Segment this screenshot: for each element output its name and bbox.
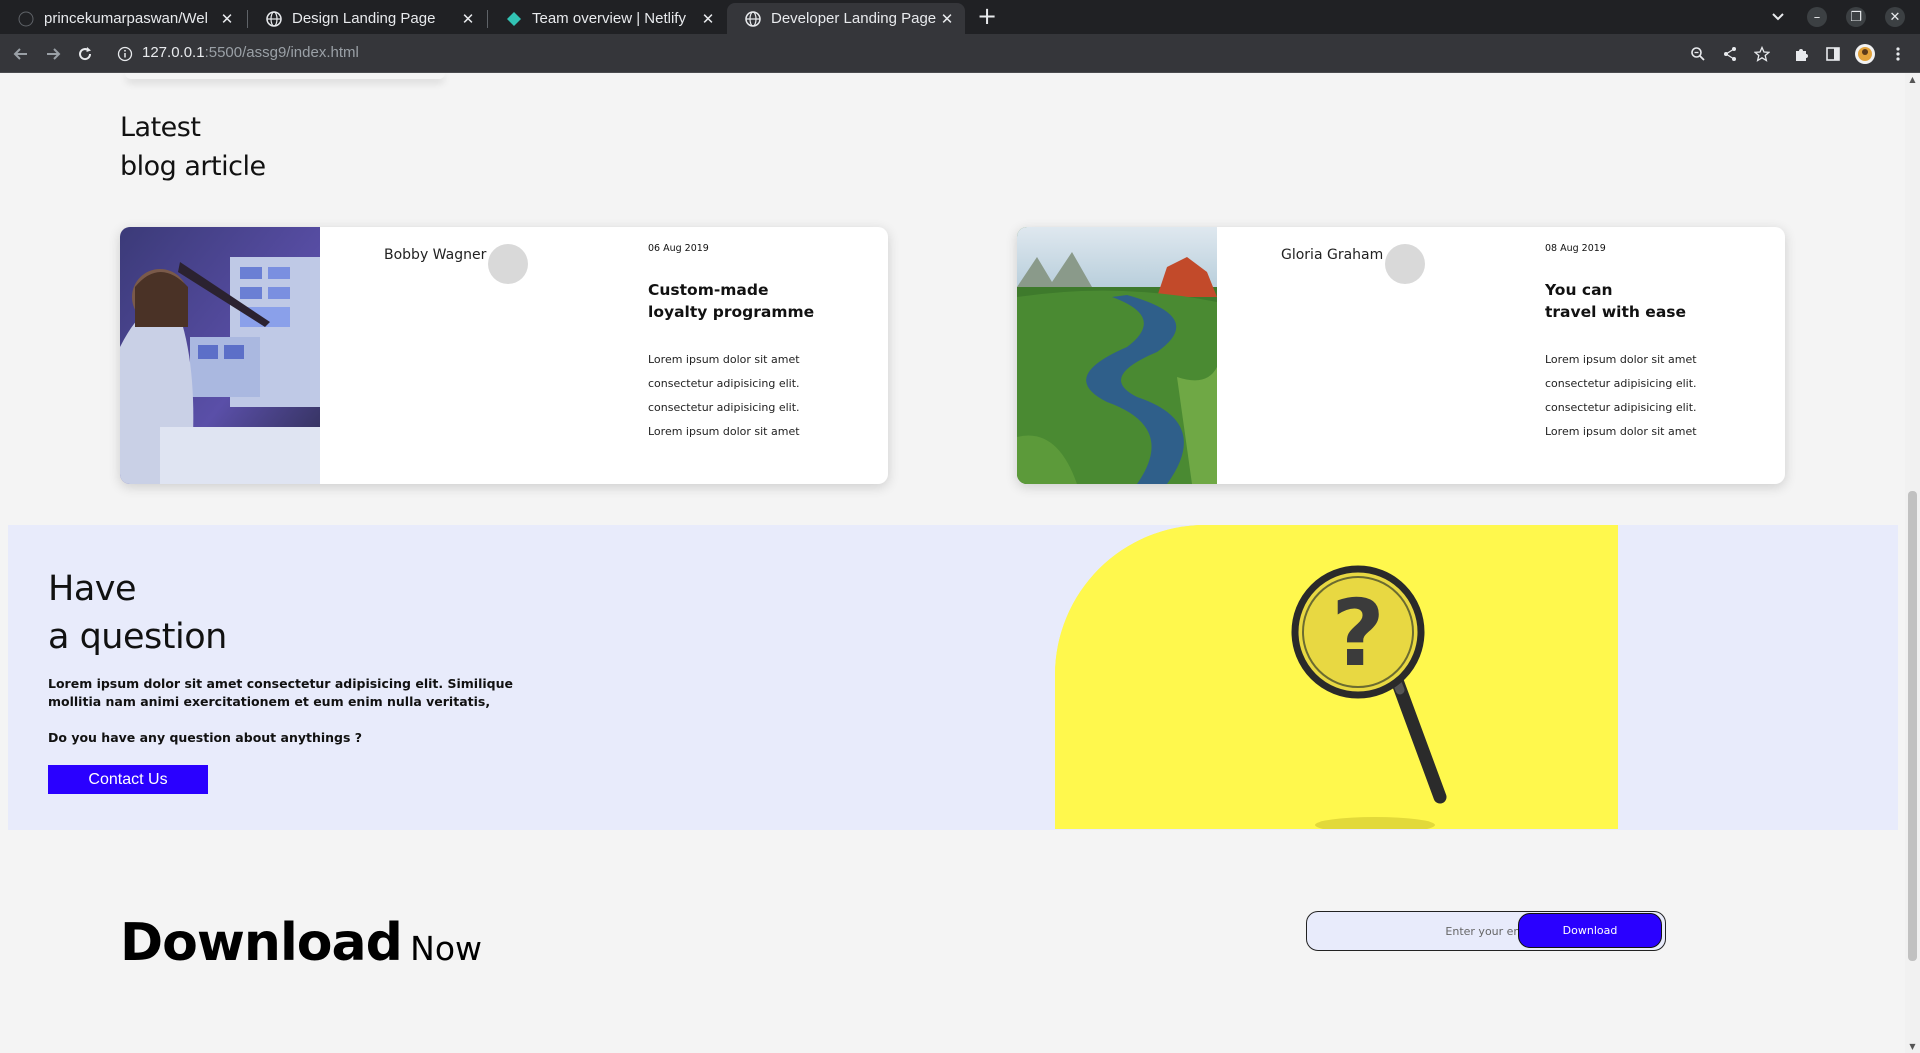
address-bar[interactable]: 127.0.0.1:5500/assg9/index.html (142, 44, 359, 61)
author-avatar (1385, 244, 1425, 284)
title-line2: loyalty programme (648, 303, 815, 321)
tab-developer-landing[interactable]: Developer Landing Page ✕ (727, 3, 965, 34)
question-heading: Have a question (48, 565, 227, 661)
title-line1: Custom-made (648, 281, 769, 299)
question-section: Have a question Lorem ipsum dolor sit am… (8, 525, 1898, 830)
excerpt-line: Lorem ipsum dolor sit amet (1545, 353, 1697, 366)
svg-text:?: ? (1331, 580, 1384, 687)
excerpt-line: consectetur adipisicing elit. (1545, 401, 1697, 414)
title-line2: travel with ease (1545, 303, 1687, 321)
side-panel-icon[interactable] (1821, 42, 1845, 66)
netlify-icon (506, 11, 522, 27)
blog-card-excerpt: Lorem ipsum dolor sit amet consectetur a… (1545, 348, 1697, 444)
minimize-button[interactable]: – (1807, 7, 1827, 27)
scroll-down-arrow-icon[interactable]: ▼ (1908, 1042, 1917, 1051)
close-window-button[interactable]: ✕ (1885, 7, 1905, 27)
tab-netlify[interactable]: Team overview | Netlify ✕ (488, 3, 726, 34)
blog-heading-line2: blog article (120, 151, 266, 182)
blog-card-date: 06 Aug 2019 (648, 243, 709, 254)
excerpt-line: consectetur adipisicing elit. (1545, 377, 1697, 390)
author-avatar (488, 244, 528, 284)
blog-card-author: Gloria Graham (1281, 247, 1384, 263)
url-path: :5500/assg9/index.html (204, 44, 359, 61)
blog-card[interactable]: Gloria Graham 08 Aug 2019 You can travel… (1017, 227, 1785, 484)
page-viewport: Latest blog article Bobby Wagner 06 Aug … (0, 73, 1905, 1053)
contact-us-button[interactable]: Contact Us (48, 765, 208, 794)
tab-title: Design Landing Page (292, 10, 436, 27)
reload-icon[interactable] (73, 42, 97, 66)
tab-title: princekumarpaswan/Wel (44, 10, 208, 27)
tab-github[interactable]: princekumarpaswan/Wel ✕ (0, 3, 245, 34)
tab-design-landing[interactable]: Design Landing Page ✕ (248, 3, 486, 34)
forward-icon[interactable] (41, 42, 65, 66)
close-icon[interactable]: ✕ (458, 9, 478, 29)
question-heading-line2: a question (48, 617, 227, 657)
globe-icon (745, 10, 761, 27)
back-icon[interactable] (9, 42, 33, 66)
tab-search-chevron-icon[interactable] (1768, 7, 1788, 27)
blog-card-title[interactable]: You can travel with ease (1545, 279, 1686, 323)
github-icon (18, 11, 34, 27)
download-button[interactable]: Download (1518, 913, 1662, 948)
tab-title: Developer Landing Page (771, 10, 937, 27)
excerpt-line: consectetur adipisicing elit. (648, 401, 800, 414)
excerpt-line: Lorem ipsum dolor sit amet (648, 353, 800, 366)
download-heading: Download Now (120, 913, 482, 973)
restore-button[interactable]: ❐ (1846, 7, 1866, 27)
blog-card-title[interactable]: Custom-made loyalty programme (648, 279, 814, 323)
close-icon[interactable]: ✕ (937, 9, 957, 29)
scrollbar-thumb[interactable] (1908, 491, 1917, 961)
zoom-icon[interactable] (1686, 42, 1710, 66)
blog-card-date: 08 Aug 2019 (1545, 243, 1606, 254)
blog-card-image-office (120, 227, 320, 484)
browser-tab-bar: princekumarpaswan/Wel ✕ Design Landing P… (0, 0, 1920, 34)
globe-icon (266, 10, 282, 27)
question-image: ? (1055, 525, 1618, 829)
download-heading-small: Now (410, 929, 483, 968)
email-input[interactable] (1317, 918, 1537, 944)
title-line1: You can (1545, 281, 1613, 299)
tab-title: Team overview | Netlify (532, 10, 686, 27)
question-description: Lorem ipsum dolor sit amet consectetur a… (48, 676, 513, 709)
browser-toolbar: 127.0.0.1:5500/assg9/index.html (0, 34, 1920, 73)
new-tab-button[interactable]: + (975, 4, 999, 29)
close-icon[interactable]: ✕ (217, 9, 237, 29)
download-heading-big: Download (120, 913, 403, 973)
previous-section-edge (125, 73, 445, 79)
close-icon[interactable]: ✕ (698, 9, 718, 29)
profile-avatar-icon[interactable] (1853, 42, 1877, 66)
blog-card-excerpt: Lorem ipsum dolor sit amet consectetur a… (648, 348, 800, 444)
blog-section-heading: Latest blog article (120, 108, 266, 186)
extensions-icon[interactable] (1789, 42, 1813, 66)
share-icon[interactable] (1718, 42, 1742, 66)
blog-card-image-river (1017, 227, 1217, 484)
url-host: 127.0.0.1 (142, 44, 205, 61)
question-heading-line1: Have (48, 569, 137, 609)
excerpt-line: Lorem ipsum dolor sit amet (648, 425, 800, 438)
info-icon[interactable] (113, 42, 137, 66)
download-form: Download (1306, 911, 1666, 951)
bookmark-star-icon[interactable] (1750, 42, 1774, 66)
menu-kebab-icon[interactable] (1886, 42, 1910, 66)
excerpt-line: consectetur adipisicing elit. (648, 377, 800, 390)
question-prompt: Do you have any question about anythings… (48, 730, 363, 745)
blog-card-author: Bobby Wagner (384, 247, 487, 263)
scroll-up-arrow-icon[interactable]: ▲ (1908, 75, 1917, 84)
excerpt-line: Lorem ipsum dolor sit amet (1545, 425, 1697, 438)
blog-card[interactable]: Bobby Wagner 06 Aug 2019 Custom-made loy… (120, 227, 888, 484)
page-scrollbar[interactable]: ▲ ▼ (1905, 73, 1920, 1053)
blog-heading-line1: Latest (120, 112, 201, 143)
